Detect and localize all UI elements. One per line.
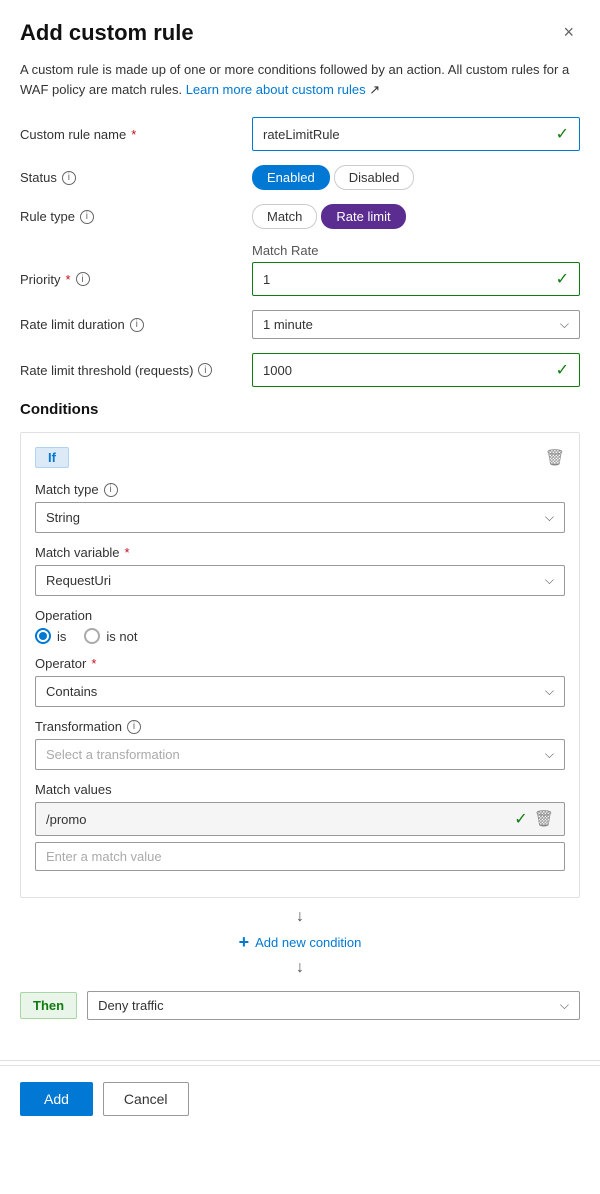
then-row: Then Deny traffic ⌵ [20, 991, 580, 1020]
rate-limit-threshold-label: Rate limit threshold (requests) i [20, 363, 240, 378]
cancel-button[interactable]: Cancel [103, 1082, 189, 1116]
operator-chevron-icon: ⌵ [545, 684, 554, 699]
match-type-label: Match type i [35, 482, 565, 497]
add-button[interactable]: Add [20, 1082, 93, 1116]
priority-dropdown[interactable]: 1 ✓ [252, 262, 580, 296]
match-variable-label: Match variable * [35, 545, 565, 560]
status-toggle: Enabled Disabled [252, 165, 414, 190]
match-type-dropdown[interactable]: String ⌵ [35, 502, 565, 533]
transformation-dropdown[interactable]: Select a transformation ⌵ [35, 739, 565, 770]
required-indicator: * [131, 127, 136, 142]
rule-type-rate-limit-button[interactable]: Rate limit [321, 204, 405, 229]
duration-info-icon[interactable]: i [130, 318, 144, 332]
match-type-chevron-icon: ⌵ [545, 510, 554, 525]
divider [0, 1060, 600, 1061]
match-values-label: Match values [35, 782, 565, 797]
condition-header: If 🗑 [35, 447, 565, 468]
operation-label: Operation [35, 608, 565, 623]
priority-info-icon[interactable]: i [76, 272, 90, 286]
rate-limit-duration-dropdown[interactable]: 1 minute ⌵ [252, 310, 580, 339]
match-value-row-1: /promo ✓ 🗑 [35, 802, 565, 836]
operator-dropdown[interactable]: Contains ⌵ [35, 676, 565, 707]
operation-group: Operation is is not [35, 608, 565, 644]
status-enabled-button[interactable]: Enabled [252, 165, 330, 190]
panel-title: Add custom rule [20, 20, 194, 46]
operator-label: Operator * [35, 656, 565, 671]
match-value-row-empty: Enter a match value [35, 842, 565, 871]
match-variable-chevron-icon: ⌵ [545, 573, 554, 588]
plus-icon: + [239, 932, 250, 953]
match-value-valid-icon: ✓ [514, 809, 527, 829]
transformation-chevron-icon: ⌵ [545, 747, 554, 762]
operation-options: is is not [35, 628, 565, 644]
add-condition-area: ↓ + Add new condition ↓ [20, 908, 580, 977]
priority-label: Priority * i [20, 272, 240, 287]
operation-is-not-option[interactable]: is not [84, 628, 137, 644]
match-variable-group: Match variable * RequestUri ⌵ [35, 545, 565, 596]
rule-type-info-icon[interactable]: i [80, 210, 94, 224]
transformation-info-icon[interactable]: i [127, 720, 141, 734]
condition-block: If 🗑 Match type i String ⌵ Match variabl… [20, 432, 580, 898]
priority-valid-icon: ✓ [556, 269, 569, 289]
operation-is-not-radio[interactable] [84, 628, 100, 644]
status-disabled-button[interactable]: Disabled [334, 165, 415, 190]
match-variable-dropdown[interactable]: RequestUri ⌵ [35, 565, 565, 596]
transformation-label: Transformation i [35, 719, 565, 734]
match-value-1[interactable]: /promo ✓ 🗑 [35, 802, 565, 836]
threshold-valid-icon: ✓ [556, 360, 569, 380]
add-condition-button[interactable]: + Add new condition [231, 928, 370, 957]
rule-type-toggle: Match Rate limit [252, 204, 406, 229]
status-label: Status i [20, 170, 240, 185]
valid-icon: ✓ [556, 124, 569, 144]
if-badge: If [35, 447, 69, 468]
close-button[interactable]: × [557, 20, 580, 45]
arrow-down-icon: ↓ [296, 908, 304, 926]
action-bar: Add Cancel [0, 1065, 600, 1132]
rate-limit-threshold-dropdown[interactable]: 1000 ✓ [252, 353, 580, 387]
rate-limit-duration-label: Rate limit duration i [20, 317, 240, 332]
delete-condition-icon[interactable]: 🗑 [545, 448, 565, 468]
operation-is-option[interactable]: is [35, 628, 66, 644]
duration-chevron-icon: ⌵ [560, 317, 569, 332]
description-text: A custom rule is made up of one or more … [20, 60, 580, 99]
match-rate-label: Match Rate [252, 243, 318, 258]
status-info-icon[interactable]: i [62, 171, 76, 185]
conditions-section-title: Conditions [20, 401, 580, 418]
rule-type-match-button[interactable]: Match [252, 204, 317, 229]
learn-more-link[interactable]: Learn more about custom rules [186, 82, 366, 97]
match-values-group: Match values /promo ✓ 🗑 Enter a match va… [35, 782, 565, 871]
then-badge: Then [20, 992, 77, 1019]
match-type-info-icon[interactable]: i [104, 483, 118, 497]
transformation-group: Transformation i Select a transformation… [35, 719, 565, 770]
match-type-group: Match type i String ⌵ [35, 482, 565, 533]
custom-rule-name-label: Custom rule name * [20, 127, 240, 142]
operator-group: Operator * Contains ⌵ [35, 656, 565, 707]
rule-type-label: Rule type i [20, 209, 240, 224]
match-value-delete-icon[interactable]: 🗑 [534, 809, 554, 829]
action-dropdown[interactable]: Deny traffic ⌵ [87, 991, 580, 1020]
custom-rule-name-input[interactable]: rateLimitRule ✓ [252, 117, 580, 151]
threshold-info-icon[interactable]: i [198, 363, 212, 377]
arrow-down-icon-2: ↓ [296, 959, 304, 977]
action-chevron-icon: ⌵ [560, 998, 569, 1013]
operation-is-radio[interactable] [35, 628, 51, 644]
match-value-empty-input[interactable]: Enter a match value [35, 842, 565, 871]
